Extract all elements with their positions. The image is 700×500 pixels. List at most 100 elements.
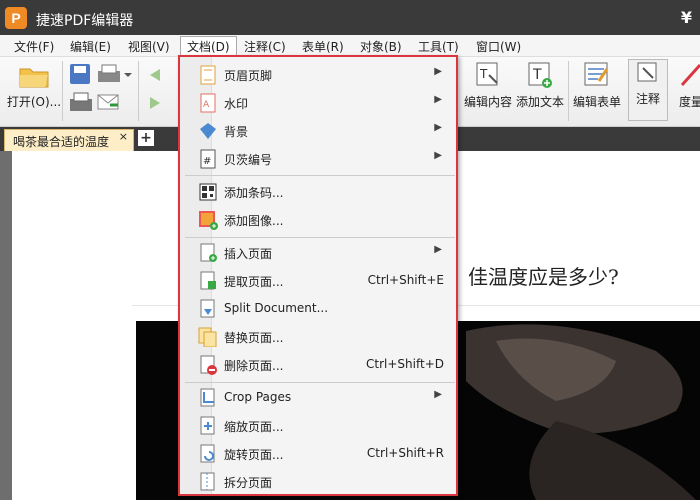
submenu-arrow-icon: ▶ (434, 94, 442, 105)
edit-form-label: 编辑表单 (572, 95, 621, 109)
folder-open-icon (19, 68, 49, 88)
menu-view[interactable]: 视图(V) (128, 38, 170, 55)
menu-item-label: 添加条码... (224, 186, 284, 200)
menu-item-split-document[interactable]: Split Document... (180, 295, 456, 323)
save-icon[interactable] (68, 63, 94, 85)
rotate-page-icon (200, 444, 215, 463)
extract-page-icon (200, 271, 216, 290)
watermark-icon: A (200, 93, 216, 113)
menu-item-replace-pages[interactable]: 替换页面... (180, 323, 456, 351)
menu-item-shortcut: Ctrl+Shift+E (367, 273, 444, 287)
barcode-icon (199, 183, 217, 201)
document-menu-dropdown: 页眉页脚 ▶ A 水印 ▶ 背景 ▶ # 贝茨编号 ▶ 添加条码... 添加图像… (178, 55, 458, 496)
measure-button[interactable]: 度量 (676, 61, 700, 110)
menu-item-shortcut: Ctrl+Shift+D (366, 357, 444, 371)
menu-item-extract-pages[interactable]: 提取页面... Ctrl+Shift+E (180, 267, 456, 295)
submenu-arrow-icon: ▶ (434, 150, 442, 161)
back-arrow-icon[interactable] (144, 65, 166, 85)
forward-arrow-icon[interactable] (144, 93, 166, 113)
menu-item-label: 水印 (224, 97, 249, 111)
annotate-icon (637, 62, 657, 82)
printer-icon[interactable] (68, 91, 94, 115)
menu-item-add-image[interactable]: 添加图像... (180, 206, 456, 234)
menu-form[interactable]: 表单(R) (302, 38, 344, 55)
print-dropdown-icon[interactable] (96, 63, 132, 85)
menu-item-label: 旋转页面... (224, 448, 284, 462)
menu-item-label: 插入页面 (224, 247, 273, 261)
svg-text:#: # (203, 156, 211, 167)
background-icon (200, 123, 216, 139)
submenu-arrow-icon: ▶ (434, 66, 442, 77)
edit-content-icon: T (476, 62, 498, 86)
menu-item-rotate-pages[interactable]: 旋转页面... Ctrl+Shift+R (180, 440, 456, 468)
menu-edit[interactable]: 编辑(E) (70, 38, 111, 55)
menu-item-bates-numbering[interactable]: # 贝茨编号 ▶ (180, 145, 456, 173)
svg-text:T: T (532, 67, 542, 83)
menu-item-label: 贝茨编号 (224, 153, 273, 167)
delete-page-icon (200, 355, 217, 375)
menu-separator (185, 175, 455, 176)
window-title: 捷速PDF编辑器 (36, 13, 134, 29)
add-text-label: 添加文本 (515, 95, 564, 109)
open-button-label: 打开(O)... (6, 95, 62, 109)
menu-comment[interactable]: 注释(C) (244, 38, 286, 55)
menu-item-crop-pages[interactable]: Crop Pages ▶ (180, 384, 456, 412)
doc-tab[interactable]: 喝茶最合适的温度 × (4, 129, 134, 151)
edit-content-label: 编辑内容 (463, 95, 512, 109)
menu-separator (185, 237, 455, 238)
menu-window[interactable]: 窗口(W) (476, 38, 521, 55)
yen-icon[interactable]: ¥ (681, 8, 692, 27)
bates-number-icon: # (200, 149, 216, 169)
menu-item-label: 添加图像... (224, 214, 284, 228)
menu-tools[interactable]: 工具(T) (418, 38, 459, 55)
menu-item-background[interactable]: 背景 ▶ (180, 117, 456, 145)
svg-text:T: T (479, 67, 488, 81)
edit-form-button[interactable]: 编辑表单 (570, 61, 624, 110)
svg-text:A: A (203, 100, 210, 110)
menu-item-shortcut: Ctrl+Shift+R (366, 446, 444, 460)
menu-file[interactable]: 文件(F) (14, 38, 54, 55)
add-text-icon: T (528, 62, 552, 88)
menu-object[interactable]: 对象(B) (360, 38, 402, 55)
menu-item-header-footer[interactable]: 页眉页脚 ▶ (180, 61, 456, 89)
measure-label: 度量 (678, 95, 700, 109)
menu-item-label: 提取页面... (224, 275, 284, 289)
annotate-button[interactable]: 注释 (628, 59, 668, 121)
submenu-arrow-icon: ▶ (434, 244, 442, 255)
open-button[interactable]: 打开(O)... (6, 61, 62, 110)
menu-item-add-barcode[interactable]: 添加条码... (180, 178, 456, 206)
menu-item-label: Split Document... (224, 301, 329, 315)
insert-page-icon (200, 243, 217, 262)
menu-item-label: 页眉页脚 (224, 69, 273, 83)
email-icon[interactable] (96, 91, 122, 115)
header-footer-icon (200, 65, 216, 85)
menu-item-watermark[interactable]: A 水印 ▶ (180, 89, 456, 117)
menu-separator (185, 382, 455, 383)
close-tab-icon[interactable]: × (119, 130, 128, 143)
menu-item-insert-pages[interactable]: 插入页面 ▶ (180, 239, 456, 267)
menu-item-split-pages[interactable]: 拆分页面 (180, 468, 456, 496)
menu-item-label: 替换页面... (224, 331, 284, 345)
edit-form-icon (584, 62, 609, 86)
scale-page-icon (200, 416, 215, 435)
split-document-icon (200, 299, 215, 318)
menu-document[interactable]: 文档(D) (180, 36, 237, 56)
page-heading: 佳温度应是多少? (468, 265, 619, 289)
menu-item-delete-pages[interactable]: 删除页面... Ctrl+Shift+D (180, 351, 456, 379)
menu-item-label: 缩放页面... (224, 420, 284, 434)
menu-item-label: 拆分页面 (224, 476, 273, 490)
new-tab-icon[interactable]: + (138, 130, 154, 146)
menu-bar: 文件(F) 编辑(E) 视图(V) 文档(D) 注释(C) 表单(R) 对象(B… (0, 35, 700, 57)
replace-page-icon (198, 327, 217, 347)
app-logo-icon: P (5, 7, 27, 29)
menu-item-label: 背景 (224, 125, 249, 139)
menu-item-scale-pages[interactable]: 缩放页面... (180, 412, 456, 440)
menu-item-label: Crop Pages (224, 390, 292, 404)
measure-icon (680, 63, 700, 87)
add-image-icon (199, 211, 218, 230)
crop-icon (200, 388, 215, 407)
edit-content-button[interactable]: T 编辑内容 (460, 61, 516, 110)
submenu-arrow-icon: ▶ (434, 122, 442, 133)
menu-item-label: 删除页面... (224, 359, 284, 373)
add-text-button[interactable]: T 添加文本 (512, 61, 568, 110)
